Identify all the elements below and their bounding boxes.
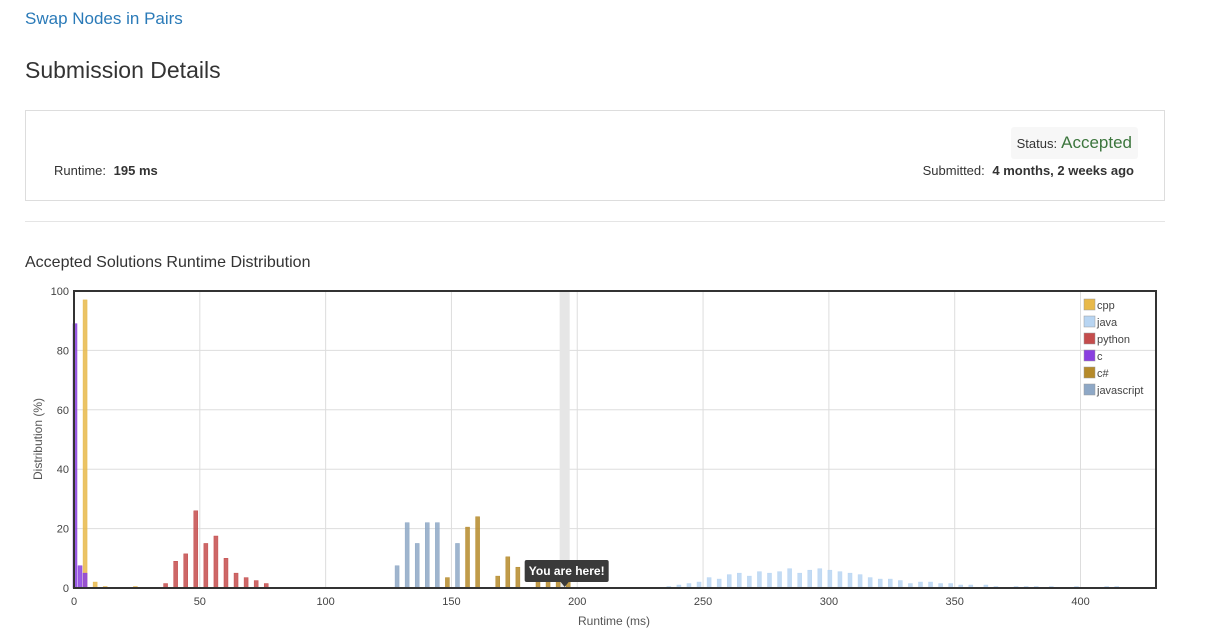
x-tick-label: 200 — [568, 596, 586, 608]
bar-csharp — [515, 566, 521, 589]
bar-csharp — [475, 516, 480, 589]
runtime-line: Runtime: 195 ms — [54, 163, 158, 178]
bar-c — [77, 565, 83, 589]
x-tick-label: 250 — [694, 596, 712, 608]
submitted-line: Submitted: 4 months, 2 weeks ago — [923, 163, 1134, 178]
bar-javascript — [404, 522, 410, 589]
legend-label: c — [1097, 351, 1103, 363]
plot-frame — [73, 290, 1157, 589]
section-divider — [25, 221, 1165, 222]
submitted-label: Submitted: — [922, 163, 985, 178]
bar-java — [857, 574, 863, 589]
submission-details-panel: Status: Accepted Runtime: 195 ms Submitt… — [25, 110, 1165, 201]
bar-java — [877, 578, 883, 589]
legend-label: python — [1097, 334, 1130, 346]
legend-swatch — [1083, 332, 1096, 345]
x-tick-label: 50 — [194, 596, 206, 608]
bar-java — [867, 577, 873, 589]
bar-java — [888, 578, 893, 589]
bar-javascript — [414, 543, 420, 589]
bar-java — [797, 572, 802, 589]
legend-label: java — [1096, 317, 1118, 329]
submitted-value: 4 months, 2 weeks ago — [992, 163, 1134, 178]
legend-label: javascript — [1096, 385, 1143, 397]
bar-python — [203, 543, 209, 589]
problem-link[interactable]: Swap Nodes in Pairs — [25, 9, 183, 29]
x-tick-label: 400 — [1071, 596, 1089, 608]
bar-java — [757, 571, 762, 589]
page-title: Submission Details — [25, 57, 221, 83]
bar-python — [233, 572, 239, 589]
x-tick-label: 350 — [946, 596, 964, 608]
bar-c — [82, 572, 88, 589]
bar-python — [243, 577, 249, 589]
runtime-distribution-chart: 0 50 100 150 200 250 300 350 400 0 20 40 60 80 100 Run… — [31, 286, 1157, 628]
y-tick-label: 0 — [63, 583, 69, 595]
bar-python — [223, 558, 229, 589]
x-axis-label: Runtime (ms) — [578, 614, 650, 628]
bar-java — [767, 572, 772, 589]
legend-swatch — [1083, 315, 1096, 328]
bar-python — [173, 561, 178, 589]
bar-python — [213, 535, 219, 589]
bar-java — [807, 569, 813, 589]
bar-java — [726, 574, 732, 589]
bar-csharp — [495, 575, 500, 589]
bar-java — [817, 568, 823, 589]
y-tick-label: 60 — [57, 405, 69, 417]
bar-java — [747, 575, 752, 589]
bar-python — [193, 510, 199, 589]
bar-java — [898, 580, 903, 589]
runtime-label: Runtime: — [54, 163, 107, 178]
tooltip-text: You are here! — [529, 564, 605, 578]
legend-swatch — [1083, 298, 1096, 311]
bar-cpp — [82, 299, 88, 589]
bar-java — [777, 571, 782, 589]
bar-javascript — [435, 522, 440, 589]
legend-swatch — [1083, 366, 1096, 379]
bar-java — [837, 571, 843, 589]
chart-title: Accepted Solutions Runtime Distribution — [25, 254, 311, 271]
legend-swatch — [1083, 383, 1096, 396]
bar-python — [183, 553, 188, 589]
chart-bars — [72, 299, 1119, 589]
y-tick-label: 20 — [57, 524, 69, 536]
bar-python — [253, 580, 259, 589]
status-box: Status: Accepted — [1010, 127, 1138, 159]
bar-java — [737, 572, 742, 589]
legend-label: c# — [1097, 368, 1110, 380]
bar-javascript — [394, 565, 400, 589]
x-tick-label: 300 — [820, 596, 838, 608]
x-tick-label: 100 — [316, 596, 334, 608]
x-tick-label: 150 — [442, 596, 460, 608]
bar-csharp — [465, 526, 470, 589]
y-axis-label: Distribution (%) — [31, 398, 45, 480]
chart-grid — [73, 290, 1156, 589]
status-value: Accepted — [1061, 133, 1132, 152]
bar-java — [827, 569, 833, 589]
highlight-bar — [559, 291, 570, 588]
legend-swatch — [1083, 349, 1096, 362]
chart-legend: cpp java python c c# javascript — [1083, 298, 1143, 397]
bar-java — [706, 577, 712, 589]
y-tick-label: 100 — [51, 286, 69, 298]
bar-java — [716, 578, 722, 589]
y-tick-label: 40 — [57, 464, 69, 476]
runtime-value: 195 ms — [113, 163, 158, 178]
bar-java — [847, 572, 853, 589]
legend-label: cpp — [1097, 300, 1115, 312]
bar-csharp — [505, 556, 511, 589]
x-tick-label: 0 — [71, 596, 77, 608]
bar-csharp — [445, 577, 450, 589]
bar-javascript — [455, 543, 460, 589]
y-tick-label: 80 — [57, 345, 69, 357]
status-label: Status: — [1016, 135, 1058, 151]
highlight-band — [559, 291, 570, 588]
bar-javascript — [425, 522, 430, 589]
bar-java — [787, 568, 792, 589]
